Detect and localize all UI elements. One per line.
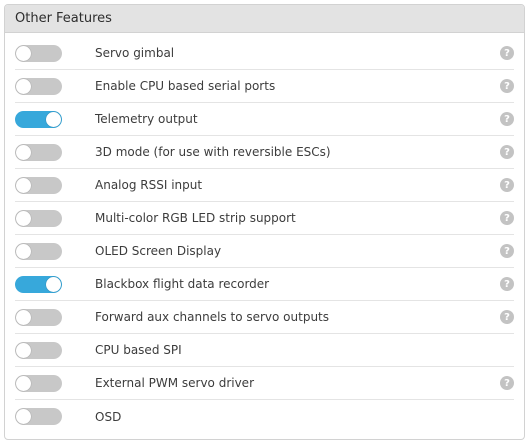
help-icon[interactable]: ?: [500, 310, 514, 324]
other-features-panel: Other Features Servo gimbal? Enable CPU b…: [4, 4, 525, 440]
feature-row: External PWM servo driver?: [15, 367, 514, 400]
feature-row: Enable CPU based serial ports?: [15, 70, 514, 103]
feature-label: Forward aux channels to servo outputs: [95, 310, 330, 324]
feature-row: Servo gimbal?: [15, 37, 514, 70]
feature-toggle[interactable]: [15, 275, 62, 293]
feature-toggle[interactable]: [15, 44, 62, 62]
feature-label: External PWM servo driver: [95, 376, 254, 390]
feature-label: Enable CPU based serial ports: [95, 79, 276, 93]
feature-label: Analog RSSI input: [95, 178, 203, 192]
feature-row: Multi-color RGB LED strip support?: [15, 202, 514, 235]
feature-toggle[interactable]: [15, 242, 62, 260]
toggle-knob: [16, 375, 31, 391]
feature-row: Blackbox flight data recorder?: [15, 268, 514, 301]
help-icon[interactable]: ?: [500, 211, 514, 225]
toggle-knob: [16, 243, 31, 259]
feature-list: Servo gimbal? Enable CPU based serial por…: [5, 33, 524, 433]
feature-label: OSD: [95, 409, 122, 424]
feature-label: CPU based SPI: [95, 343, 182, 357]
help-icon[interactable]: ?: [500, 178, 514, 192]
feature-label: 3D mode (for use with reversible ESCs): [95, 145, 331, 159]
help-icon[interactable]: ?: [500, 376, 514, 390]
toggle-knob: [16, 409, 31, 424]
feature-row: OSD: [15, 400, 514, 433]
feature-toggle[interactable]: [15, 209, 62, 227]
feature-toggle[interactable]: [15, 341, 62, 359]
feature-toggle[interactable]: [15, 143, 62, 161]
help-icon[interactable]: ?: [500, 145, 514, 159]
help-icon[interactable]: ?: [500, 244, 514, 258]
toggle-knob: [16, 45, 31, 61]
help-icon[interactable]: ?: [500, 112, 514, 126]
toggle-knob: [16, 210, 31, 226]
feature-row: Telemetry output?: [15, 103, 514, 136]
feature-row: CPU based SPI: [15, 334, 514, 367]
feature-label: Servo gimbal: [95, 46, 175, 60]
toggle-knob: [46, 111, 61, 127]
feature-toggle[interactable]: [15, 308, 62, 326]
feature-toggle[interactable]: [15, 176, 62, 194]
feature-label: Multi-color RGB LED strip support: [95, 211, 296, 225]
help-icon[interactable]: ?: [500, 46, 514, 60]
feature-row: Analog RSSI input?: [15, 169, 514, 202]
toggle-knob: [16, 309, 31, 325]
feature-toggle[interactable]: [15, 408, 62, 425]
feature-toggle[interactable]: [15, 374, 62, 392]
feature-toggle[interactable]: [15, 77, 62, 95]
feature-label: Blackbox flight data recorder: [95, 277, 270, 291]
feature-row: OLED Screen Display?: [15, 235, 514, 268]
feature-label: Telemetry output: [95, 112, 198, 126]
toggle-knob: [16, 144, 31, 160]
toggle-knob: [16, 78, 31, 94]
feature-label: OLED Screen Display: [95, 244, 222, 258]
feature-row: Forward aux channels to servo outputs?: [15, 301, 514, 334]
help-icon[interactable]: ?: [500, 277, 514, 291]
feature-row: 3D mode (for use with reversible ESCs)?: [15, 136, 514, 169]
toggle-knob: [16, 342, 31, 358]
help-icon[interactable]: ?: [500, 79, 514, 93]
feature-toggle[interactable]: [15, 110, 62, 128]
toggle-knob: [46, 276, 61, 292]
panel-title: Other Features: [5, 5, 524, 33]
toggle-knob: [16, 177, 31, 193]
